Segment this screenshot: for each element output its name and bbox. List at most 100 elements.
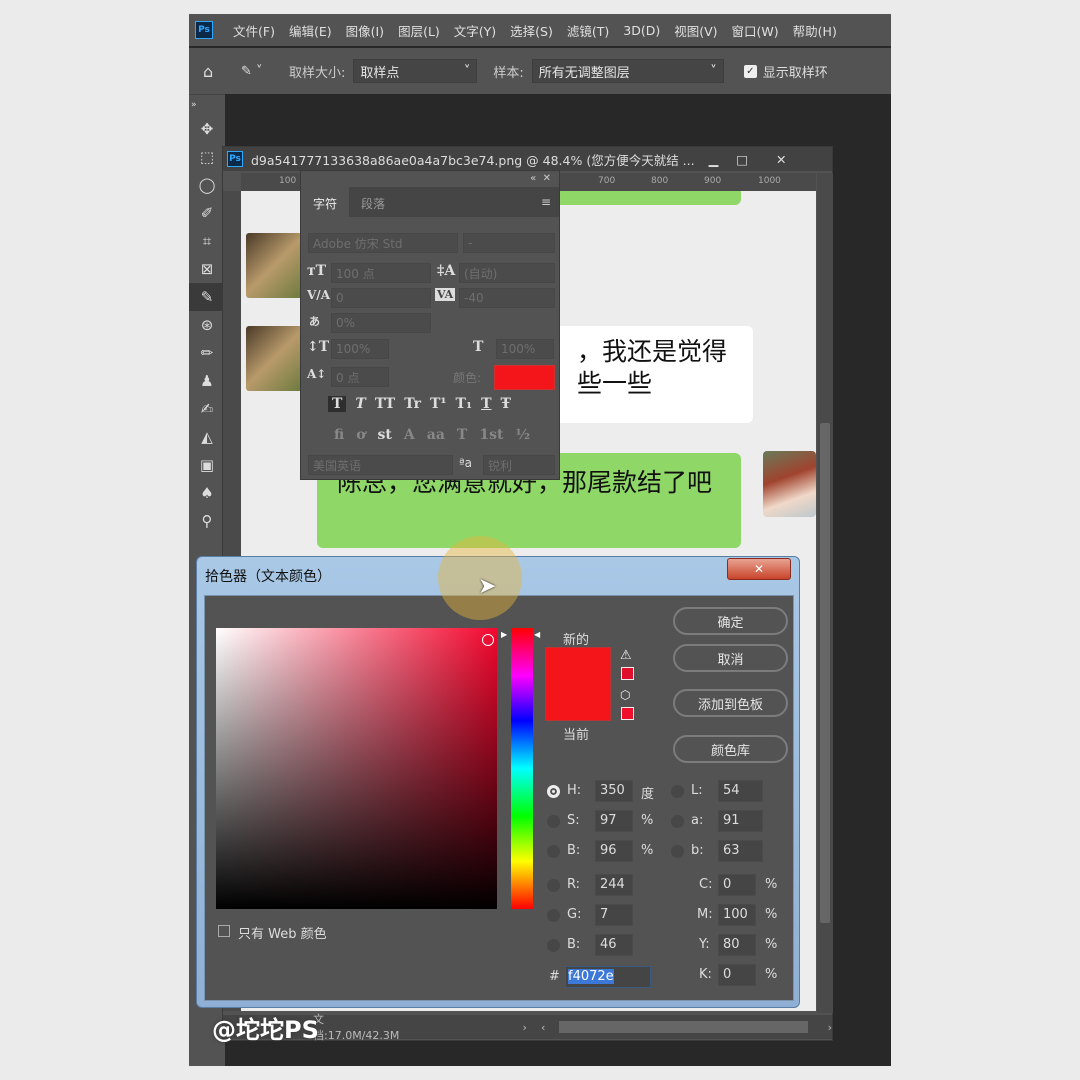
dodge-tool-icon[interactable]: ⚲ [189, 507, 225, 535]
sample-select[interactable]: 所有无调整图层˅ [532, 59, 724, 83]
vertical-scrollbar[interactable] [817, 173, 833, 1013]
font-size-field[interactable]: 100 点 [331, 263, 431, 283]
h-field[interactable]: 350 [595, 780, 633, 802]
hue-slider-arrow-left[interactable]: ▶ [501, 630, 507, 639]
home-icon[interactable]: ⌂ [203, 62, 233, 81]
hue-slider-arrow-right[interactable]: ◀ [534, 630, 540, 639]
frame-tool-icon[interactable]: ⊠ [189, 255, 225, 283]
horizontal-scrollbar[interactable] [559, 1021, 807, 1033]
superscript-button[interactable]: T¹ [430, 396, 447, 412]
web-safe-swatch[interactable] [621, 707, 634, 720]
r-field[interactable]: 244 [595, 874, 633, 896]
strikethrough-button[interactable]: Ŧ [501, 396, 511, 412]
b-field[interactable]: 96 [595, 840, 633, 862]
discretionary-ligatures-button[interactable]: ơ [356, 427, 365, 443]
tsume-field[interactable]: 0% [331, 313, 431, 333]
s-field[interactable]: 97 [595, 810, 633, 832]
c-field[interactable]: 0 [718, 874, 756, 896]
tab-character[interactable]: 字符 [301, 187, 349, 217]
radio-r[interactable] [547, 879, 560, 892]
fractions-button[interactable]: ½ [515, 427, 530, 443]
move-tool-icon[interactable]: ✥ [189, 115, 225, 143]
leading-field[interactable]: (自动) [459, 263, 555, 283]
eyedropper-tool-icon[interactable]: ✎ [189, 283, 225, 311]
faux-italic-button[interactable]: T [355, 396, 365, 412]
marquee-tool-icon[interactable]: ⬚ [189, 143, 225, 171]
all-caps-button[interactable]: TT [375, 396, 395, 412]
tab-paragraph[interactable]: 段落 [349, 187, 397, 217]
subscript-button[interactable]: T₁ [456, 396, 473, 412]
hex-field[interactable]: f4072e [568, 969, 614, 984]
web-only-checkbox[interactable] [218, 925, 230, 937]
cancel-button[interactable]: 取消 [673, 644, 788, 672]
stamp-tool-icon[interactable]: ♟ [189, 367, 225, 395]
radio-l[interactable] [671, 785, 684, 798]
font-family-select[interactable]: Adobe 仿宋 Std [308, 233, 458, 253]
scroll-right-icon[interactable]: › [828, 1021, 832, 1034]
menu-help[interactable]: 帮助(H) [793, 21, 837, 40]
history-brush-icon[interactable]: ✍ [189, 395, 225, 423]
document-title-bar[interactable]: Ps d9a541777133638a86ae0a4a7bc3e74.png @… [223, 147, 832, 171]
menu-type[interactable]: 文字(Y) [454, 21, 496, 40]
close-icon[interactable]: ✕ [776, 152, 786, 167]
radio-s[interactable] [547, 815, 560, 828]
ligatures-button[interactable]: fi [334, 427, 344, 443]
a-field[interactable]: 91 [718, 810, 763, 832]
menu-file[interactable]: 文件(F) [233, 21, 275, 40]
scroll-left-icon[interactable]: ‹ [541, 1021, 545, 1034]
menu-3d[interactable]: 3D(D) [623, 23, 660, 38]
eraser-tool-icon[interactable]: ◭ [189, 423, 225, 451]
lasso-tool-icon[interactable]: ◯ [189, 171, 225, 199]
l-field[interactable]: 54 [718, 780, 763, 802]
kerning-field[interactable]: 0 [331, 288, 431, 308]
y-field[interactable]: 80 [718, 934, 756, 956]
gamut-swatch[interactable] [621, 667, 634, 680]
radio-a[interactable] [671, 815, 684, 828]
minimize-icon[interactable]: ▁ [709, 152, 719, 167]
show-ring-checkbox[interactable]: ✓显示取样环 [744, 62, 828, 81]
blur-tool-icon[interactable]: ♠ [189, 479, 225, 507]
menu-edit[interactable]: 编辑(E) [289, 21, 332, 40]
g-field[interactable]: 7 [595, 904, 633, 926]
contextual-alternates-button[interactable]: st [378, 427, 392, 443]
healing-tool-icon[interactable]: ⊛ [189, 311, 225, 339]
close-button[interactable]: ✕ [727, 558, 791, 580]
add-to-swatches-button[interactable]: 添加到色板 [673, 689, 788, 717]
brush-tool-icon[interactable]: ✏ [189, 339, 225, 367]
menu-select[interactable]: 选择(S) [510, 21, 553, 40]
panel-menu-icon[interactable]: ≡ [533, 187, 559, 217]
chevron-right-icon[interactable]: › [523, 1021, 527, 1034]
text-color-swatch[interactable] [494, 365, 555, 390]
antialias-select[interactable]: 锐利 [483, 455, 555, 475]
rgb-b-field[interactable]: 46 [595, 934, 633, 956]
menu-filter[interactable]: 滤镜(T) [567, 21, 609, 40]
hue-slider[interactable] [511, 628, 533, 909]
ordinals-button[interactable]: 1st [479, 427, 503, 443]
m-field[interactable]: 100 [718, 904, 756, 926]
saturation-brightness-field[interactable] [216, 628, 497, 909]
color-cursor[interactable] [482, 634, 494, 646]
faux-bold-button[interactable]: T [328, 396, 346, 412]
swash-button[interactable]: A [404, 427, 415, 443]
vertical-scale-field[interactable]: 100% [331, 339, 389, 359]
titling-button[interactable]: T [457, 427, 467, 443]
tracking-field[interactable]: -40 [459, 288, 555, 308]
collapse-close-icons[interactable]: « ✕ [530, 173, 551, 184]
gradient-tool-icon[interactable]: ▣ [189, 451, 225, 479]
crop-tool-icon[interactable]: ⌗ [189, 227, 225, 255]
baseline-field[interactable]: 0 点 [331, 367, 389, 387]
eyedropper-tool-preset-icon[interactable]: ✎ ˅ [241, 64, 281, 79]
language-select[interactable]: 美国英语 [308, 455, 453, 475]
stylistic-alternates-button[interactable]: aa [427, 427, 445, 443]
maximize-icon[interactable]: □ [736, 152, 748, 167]
horizontal-scale-field[interactable]: 100% [496, 339, 554, 359]
expand-icon[interactable]: » [189, 95, 225, 115]
lab-b-field[interactable]: 63 [718, 840, 763, 862]
radio-rgb-b[interactable] [547, 939, 560, 952]
menu-image[interactable]: 图像(I) [346, 21, 384, 40]
radio-b[interactable] [547, 845, 560, 858]
k-field[interactable]: 0 [718, 964, 756, 986]
menu-window[interactable]: 窗口(W) [732, 21, 779, 40]
color-libraries-button[interactable]: 颜色库 [673, 735, 788, 763]
radio-h[interactable] [547, 785, 560, 798]
